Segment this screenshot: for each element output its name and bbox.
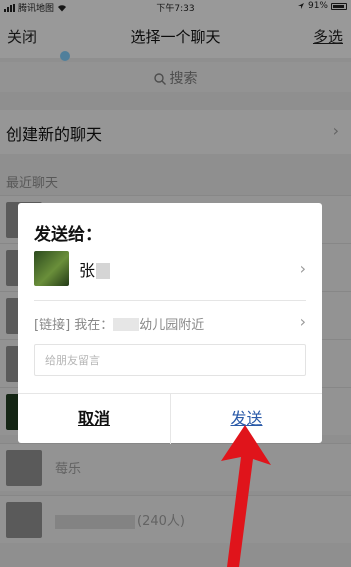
chevron-right-icon: ›: [299, 312, 306, 331]
divider: [34, 300, 306, 301]
dialog-button-bar: 取消 发送: [18, 393, 322, 444]
chevron-right-icon: ›: [299, 259, 306, 278]
recipient-row[interactable]: 张 ›: [34, 251, 306, 295]
share-dialog: 发送给： 张 › [链接] 我在： 幼儿园附近 › 取消 发送: [18, 203, 322, 444]
blurred-name: [96, 263, 111, 279]
dialog-title: 发送给：: [34, 225, 102, 245]
link-prefix: [链接] 我在：: [34, 318, 114, 333]
recipient-avatar: [34, 251, 69, 286]
link-preview-row[interactable]: [链接] 我在： 幼儿园附近 ›: [34, 312, 306, 334]
blurred-text: [113, 318, 140, 331]
recipient-name: 张: [79, 261, 96, 280]
message-input[interactable]: [34, 344, 306, 376]
link-suffix: 幼儿园附近: [139, 318, 205, 333]
red-arrow-annotation: [221, 425, 271, 567]
cancel-button[interactable]: 取消: [18, 394, 170, 444]
